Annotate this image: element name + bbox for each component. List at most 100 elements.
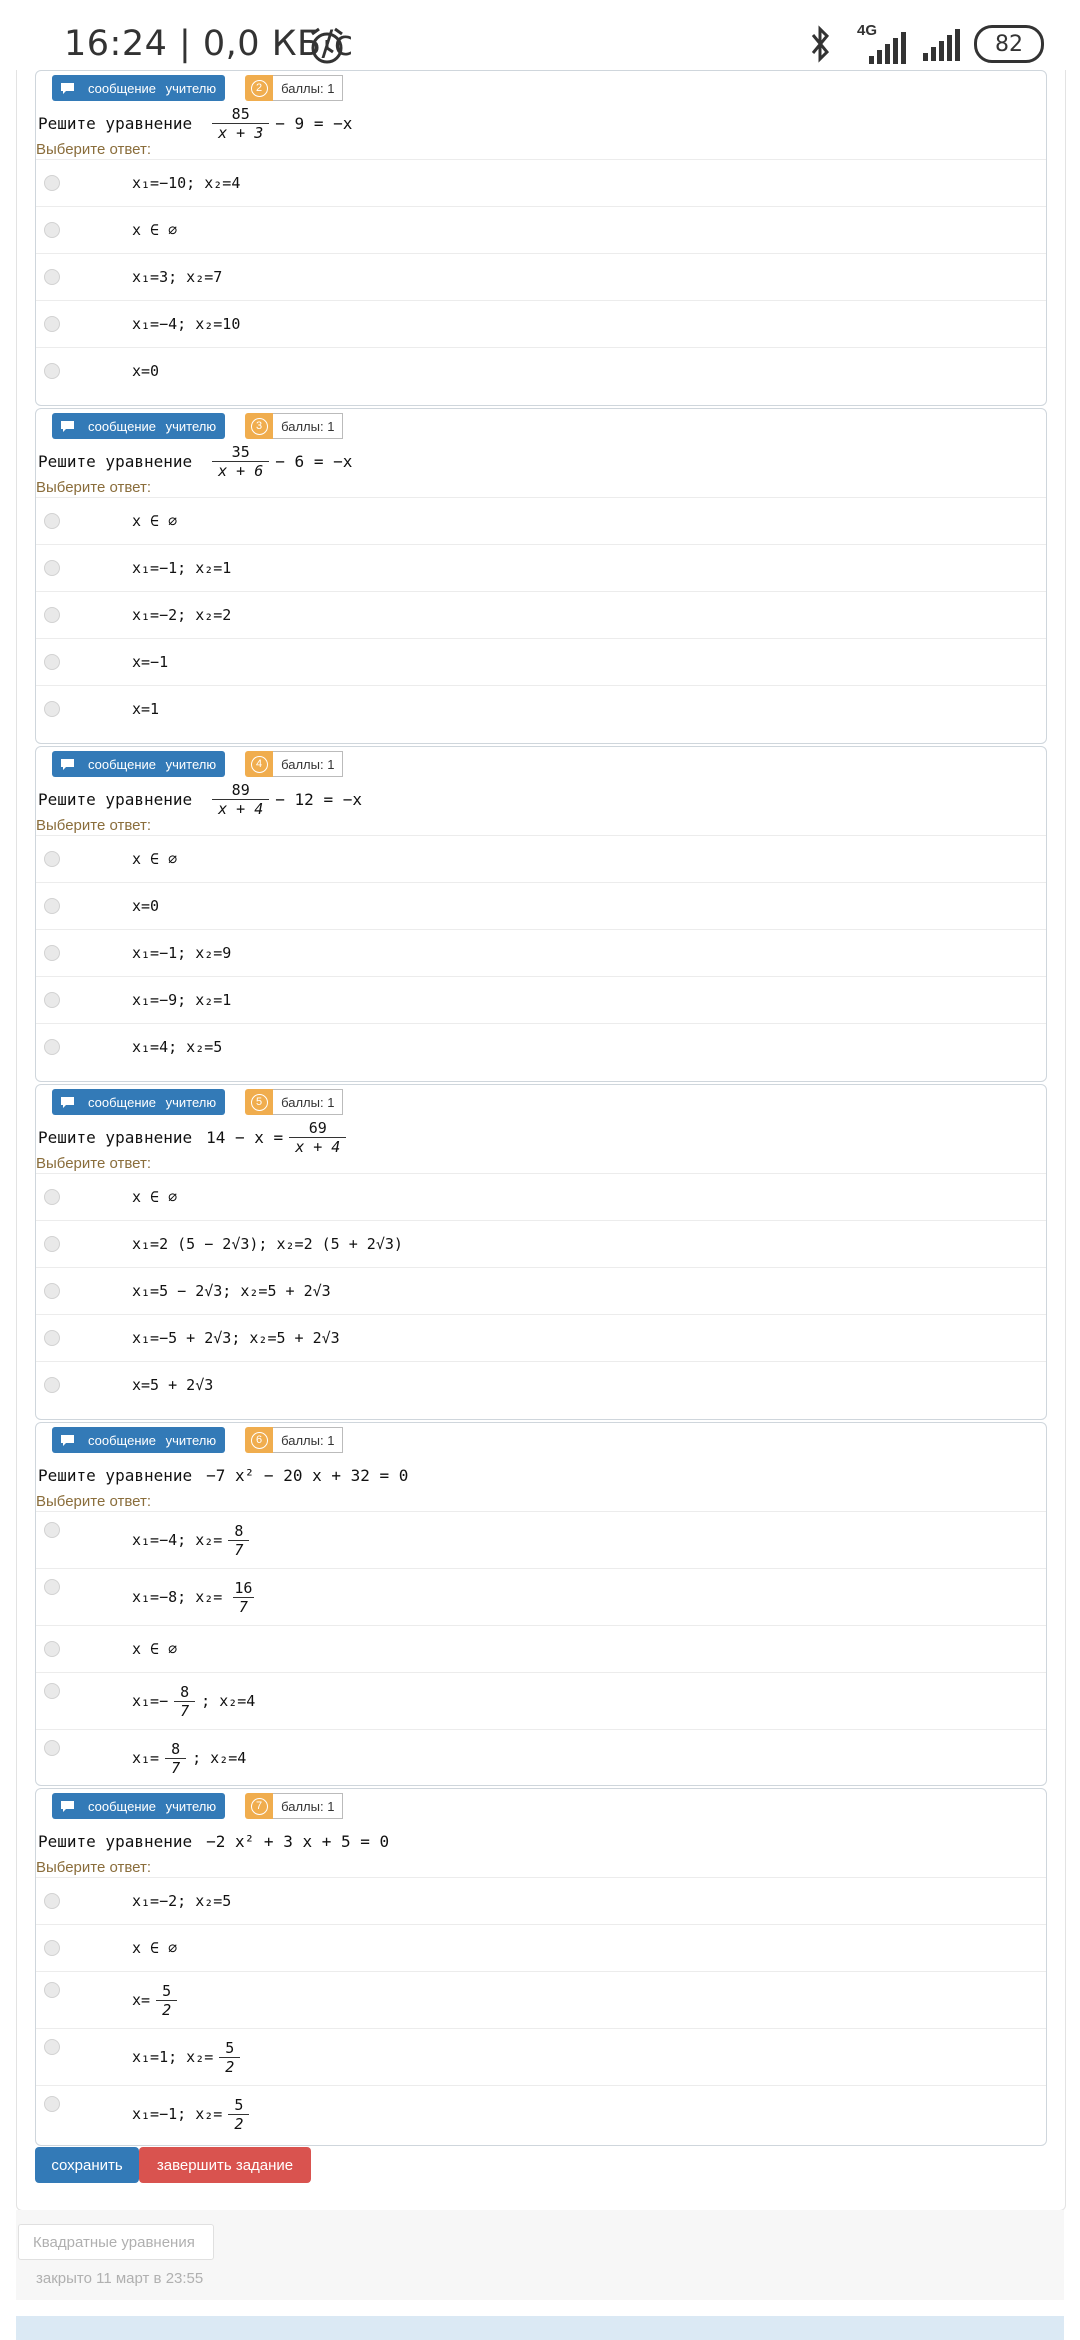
answer-option[interactable]: x=0 [36, 882, 1046, 929]
radio-button[interactable] [44, 945, 60, 961]
closed-date: закрыто 11 март в 23:55 [36, 2270, 204, 2287]
choose-answer-label: Выберите ответ: [36, 1493, 152, 1510]
radio-button[interactable] [44, 607, 60, 623]
answer-option[interactable]: x ∈ ∅ [36, 1924, 1046, 1971]
answer-text: x₁=−10; x₂=4 [132, 174, 241, 192]
answer-option[interactable]: x₁=−1; x₂=9 [36, 929, 1046, 976]
fraction-numerator: 16 [234, 1578, 253, 1597]
radio-button[interactable] [44, 1283, 60, 1299]
bluetooth-icon [811, 25, 830, 63]
radio-button[interactable] [44, 1579, 60, 1595]
answer-text: x=1 [132, 700, 160, 718]
answer-option[interactable]: x=5 + 2√3 [36, 1361, 1046, 1408]
solve-label: Решите уравнение [38, 1465, 193, 1485]
message-teacher-label: сообщение учителю [88, 1798, 217, 1814]
radio-button[interactable] [44, 851, 60, 867]
answer-option[interactable]: x ∈ ∅ [36, 835, 1046, 882]
radio-button[interactable] [44, 1330, 60, 1346]
answer-text: x ∈ ∅ [132, 850, 178, 868]
answer-option[interactable]: x₁=−9; x₂=1 [36, 976, 1046, 1023]
answer-option[interactable]: x₁=2 (5 − 2√3); x₂=2 (5 + 2√3) [36, 1220, 1046, 1267]
solve-label: Решите уравнение [38, 789, 193, 809]
radio-button[interactable] [44, 898, 60, 914]
radio-button[interactable] [44, 269, 60, 285]
answer-text: x₁=−1; x₂=9 [132, 944, 232, 962]
radio-button[interactable] [44, 222, 60, 238]
chat-icon [61, 82, 74, 94]
radio-button[interactable] [44, 560, 60, 576]
answer-post: ; x₂=4 [201, 1692, 256, 1710]
answer-option[interactable]: x₁=−2; x₂=5 [36, 1877, 1046, 1924]
radio-button[interactable] [44, 1683, 60, 1699]
answer-list: x ∈ ∅ x=0 x₁=−1; x₂=9 x₁=−9; x₂=1 x₁=4; x₂=5 [36, 835, 1046, 1070]
radio-button[interactable] [44, 2096, 60, 2112]
solve-label: Решите уравнение [38, 1831, 193, 1851]
radio-button[interactable] [44, 1377, 60, 1393]
answer-text: x= 5 2 [132, 1972, 183, 2028]
question-number: 7 [250, 1797, 268, 1815]
answer-option[interactable]: x= 5 2 [36, 1971, 1046, 2028]
answer-option[interactable]: x₁=−4; x₂= 8 7 [36, 1511, 1046, 1568]
answer-option[interactable]: x₁=4; x₂=5 [36, 1023, 1046, 1070]
equation: 14 − x = 69 x + 4 [206, 1119, 352, 1156]
radio-button[interactable] [44, 316, 60, 332]
message-teacher-label: сообщение учителю [88, 80, 217, 96]
answer-text: x=−1 [132, 653, 169, 671]
answer-option[interactable]: x₁=1; x₂= 5 2 [36, 2028, 1046, 2085]
answer-option[interactable]: x₁=−1; x₂= 5 2 [36, 2085, 1046, 2142]
radio-button[interactable] [44, 1189, 60, 1205]
answer-option[interactable]: x₁=3; x₂=7 [36, 253, 1046, 300]
answer-text: x ∈ ∅ [132, 1640, 178, 1658]
answer-option[interactable]: x₁=−2; x₂=2 [36, 591, 1046, 638]
answer-option[interactable]: x₁=−1; x₂=1 [36, 544, 1046, 591]
answer-option[interactable]: x ∈ ∅ [36, 1625, 1046, 1672]
answer-option[interactable]: x=1 [36, 685, 1046, 732]
answer-option[interactable]: x₁= 8 7 ; x₂=4 [36, 1729, 1046, 1786]
radio-button[interactable] [44, 513, 60, 529]
radio-button[interactable] [44, 654, 60, 670]
answer-text: x₁=−9; x₂=1 [132, 991, 232, 1009]
fraction-numerator: 8 [180, 1682, 190, 1701]
radio-button[interactable] [44, 992, 60, 1008]
answer-option[interactable]: x₁=−10; x₂=4 [36, 159, 1046, 206]
radio-button[interactable] [44, 1982, 60, 1998]
save-button[interactable]: сохранить [35, 2147, 139, 2183]
answer-list: x ∈ ∅ x₁=2 (5 − 2√3); x₂=2 (5 + 2√3) x₁=5 … [36, 1173, 1046, 1408]
equation: 85 x + 3− 9 = −x [206, 105, 352, 142]
finish-task-button[interactable]: завершить задание [139, 2147, 311, 2183]
radio-button[interactable] [44, 1893, 60, 1909]
radio-button[interactable] [44, 1740, 60, 1756]
radio-button[interactable] [44, 1522, 60, 1538]
answer-option[interactable]: x₁=5 − 2√3; x₂=5 + 2√3 [36, 1267, 1046, 1314]
radio-button[interactable] [44, 701, 60, 717]
answer-option[interactable]: x₁=−8; x₂= 16 7 [36, 1568, 1046, 1625]
answer-option[interactable]: x₁=− 8 7 ; x₂=4 [36, 1672, 1046, 1729]
equation: −2 x² + 3 x + 5 = 0 [206, 1832, 389, 1851]
radio-button[interactable] [44, 1641, 60, 1657]
fraction-denominator: 2 [156, 1999, 178, 2019]
radio-button[interactable] [44, 175, 60, 191]
answer-option[interactable]: x ∈ ∅ [36, 1173, 1046, 1220]
radio-button[interactable] [44, 1940, 60, 1956]
assignment-tab[interactable]: Квадратные уравнения [18, 2224, 214, 2260]
answer-list: x ∈ ∅ x₁=−1; x₂=1 x₁=−2; x₂=2 x=−1 x=1 [36, 497, 1046, 732]
chat-icon [61, 1096, 74, 1108]
status-bar: 16:24 | 0,0 КБ/с 4G 82 [0, 0, 1080, 74]
answer-option[interactable]: x ∈ ∅ [36, 497, 1046, 544]
equation-text: −2 x² + 3 x + 5 = 0 [206, 1831, 390, 1851]
answer-option[interactable]: x₁=−4; x₂=10 [36, 300, 1046, 347]
answer-text: x₁=−1; x₂=1 [132, 559, 232, 577]
answer-option[interactable]: x₁=−5 + 2√3; x₂=5 + 2√3 [36, 1314, 1046, 1361]
question-card: сообщение учителю 3 баллы: 1 Решите уравнен… [35, 408, 1047, 744]
answer-option[interactable]: x ∈ ∅ [36, 206, 1046, 253]
equation: −7 x² − 20 x + 32 = 0 [206, 1466, 408, 1485]
radio-button[interactable] [44, 1236, 60, 1252]
answer-option[interactable]: x=0 [36, 347, 1046, 394]
solve-label: Решите уравнение [38, 1127, 193, 1147]
answer-pre: x₁= [132, 1749, 160, 1767]
fraction-denominator: x + 4 [212, 798, 270, 818]
radio-button[interactable] [44, 2039, 60, 2055]
radio-button[interactable] [44, 1039, 60, 1055]
answer-option[interactable]: x=−1 [36, 638, 1046, 685]
radio-button[interactable] [44, 363, 60, 379]
